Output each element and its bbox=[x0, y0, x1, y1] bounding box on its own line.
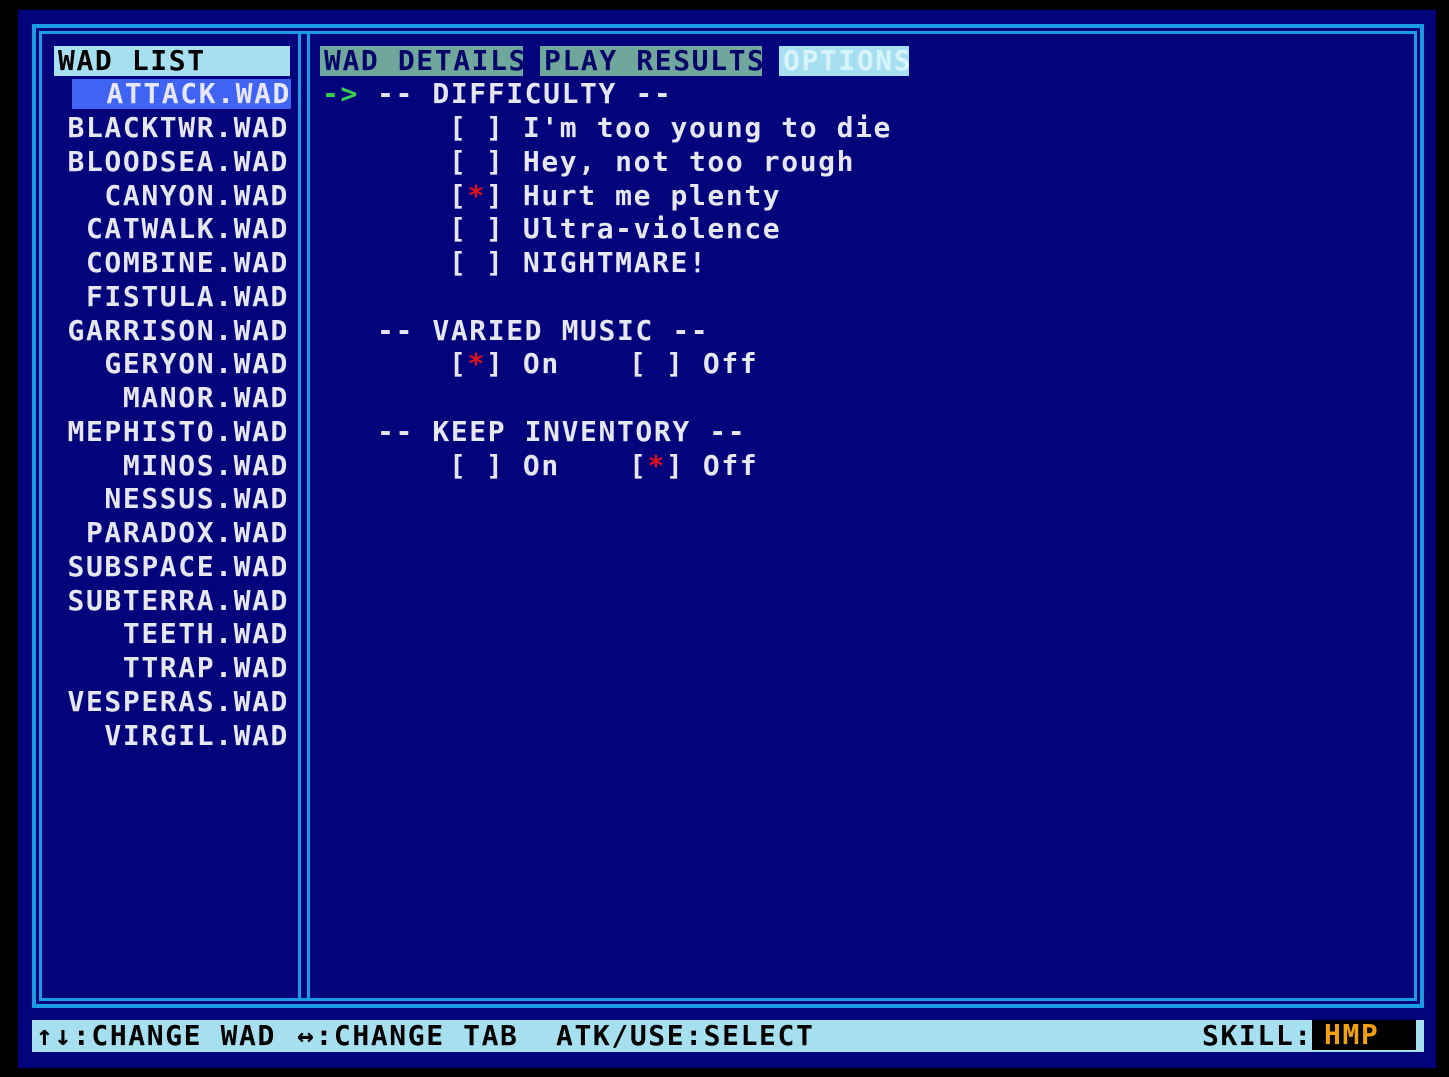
varied-music-heading: -- VARIED MUSIC -- bbox=[377, 314, 710, 347]
wad-item-vesperas[interactable]: VESPERAS.WAD bbox=[68, 687, 290, 717]
wad-item-blacktwr[interactable]: BLACKTWR.WAD bbox=[68, 113, 290, 143]
hint-change-wad: ↑↓:CHANGE WAD bbox=[36, 1019, 276, 1052]
wad-item-manor[interactable]: MANOR.WAD bbox=[123, 383, 289, 413]
radio-mark bbox=[467, 145, 485, 178]
hint-select: ATK/USE:SELECT bbox=[556, 1019, 815, 1052]
option-label: Ultra-violence bbox=[522, 212, 782, 245]
option-label: Hurt me plenty bbox=[522, 179, 782, 212]
difficulty-option-uv[interactable]: [ ] Ultra-violence bbox=[449, 214, 781, 244]
wad-item-canyon[interactable]: CANYON.WAD bbox=[104, 181, 289, 211]
menu-cursor-arrow-icon: -> bbox=[322, 77, 359, 110]
launcher-screen: WAD LIST ATTACK.WAD BLACKTWR.WAD BLOODSE… bbox=[18, 10, 1436, 1068]
keep-inventory-on[interactable]: [ ] On bbox=[449, 451, 560, 481]
wad-item-combine[interactable]: COMBINE.WAD bbox=[86, 248, 289, 278]
wad-item-minos[interactable]: MINOS.WAD bbox=[123, 451, 289, 481]
radio-mark: * bbox=[467, 179, 486, 212]
tab-wad-details[interactable]: WAD DETAILS bbox=[320, 46, 525, 76]
varied-music-on[interactable]: [*] On bbox=[449, 349, 560, 379]
status-bar: ↑↓:CHANGE WAD ↔:CHANGE TAB ATK/USE:SELEC… bbox=[32, 1020, 1424, 1052]
option-label: On bbox=[522, 449, 560, 482]
wad-list-header: WAD LIST bbox=[54, 46, 290, 76]
radio-mark: * bbox=[467, 347, 486, 380]
wad-item-mephisto[interactable]: MEPHISTO.WAD bbox=[68, 417, 290, 447]
skill-value: HMP bbox=[1312, 1020, 1416, 1050]
hint-change-tab: ↔:CHANGE TAB bbox=[297, 1019, 519, 1052]
wad-item-virgil[interactable]: VIRGIL.WAD bbox=[104, 721, 289, 751]
panel-divider bbox=[298, 31, 310, 1000]
wad-item-geryon[interactable]: GERYON.WAD bbox=[104, 349, 289, 379]
keep-inventory-off[interactable]: [*] Off bbox=[629, 451, 758, 481]
difficulty-option-nightmare[interactable]: [ ] NIGHTMARE! bbox=[449, 248, 707, 278]
option-label: NIGHTMARE! bbox=[522, 246, 708, 279]
wad-item-catwalk[interactable]: CATWALK.WAD bbox=[86, 214, 289, 244]
radio-mark bbox=[467, 111, 485, 144]
skill-label: SKILL: bbox=[1202, 1019, 1313, 1052]
option-label: Hey, not too rough bbox=[522, 145, 856, 178]
wad-item-paradox[interactable]: PARADOX.WAD bbox=[86, 518, 289, 548]
tab-play-results[interactable]: PLAY RESULTS bbox=[540, 46, 764, 76]
option-label: I'm too young to die bbox=[522, 111, 893, 144]
wad-item-attack[interactable]: ATTACK.WAD bbox=[72, 79, 291, 109]
option-label: Off bbox=[702, 449, 759, 482]
difficulty-option-itytd[interactable]: [ ] I'm too young to die bbox=[449, 113, 892, 143]
option-label: Off bbox=[702, 347, 759, 380]
difficulty-option-hmp[interactable]: [*] Hurt me plenty bbox=[449, 181, 781, 211]
difficulty-option-hntr[interactable]: [ ] Hey, not too rough bbox=[449, 147, 855, 177]
radio-mark bbox=[467, 246, 485, 279]
difficulty-heading: -- DIFFICULTY -- bbox=[377, 77, 673, 110]
radio-mark bbox=[467, 449, 485, 482]
varied-music-off[interactable]: [ ] Off bbox=[629, 349, 758, 379]
wad-item-fistula[interactable]: FISTULA.WAD bbox=[86, 282, 289, 312]
wad-item-subterra[interactable]: SUBTERRA.WAD bbox=[68, 586, 290, 616]
keep-inventory-heading: -- KEEP INVENTORY -- bbox=[377, 415, 747, 448]
wad-item-ttrap[interactable]: TTRAP.WAD bbox=[123, 653, 289, 683]
radio-mark bbox=[647, 347, 665, 380]
option-label: On bbox=[522, 347, 560, 380]
wad-item-nessus[interactable]: NESSUS.WAD bbox=[104, 484, 289, 514]
wad-item-garrison[interactable]: GARRISON.WAD bbox=[68, 316, 290, 346]
radio-mark bbox=[467, 212, 485, 245]
wad-item-bloodsea[interactable]: BLOODSEA.WAD bbox=[68, 147, 290, 177]
tab-options[interactable]: OPTIONS bbox=[779, 46, 911, 76]
radio-mark: * bbox=[647, 449, 666, 482]
wad-item-teeth[interactable]: TEETH.WAD bbox=[123, 619, 289, 649]
wad-item-subspace[interactable]: SUBSPACE.WAD bbox=[68, 552, 290, 582]
